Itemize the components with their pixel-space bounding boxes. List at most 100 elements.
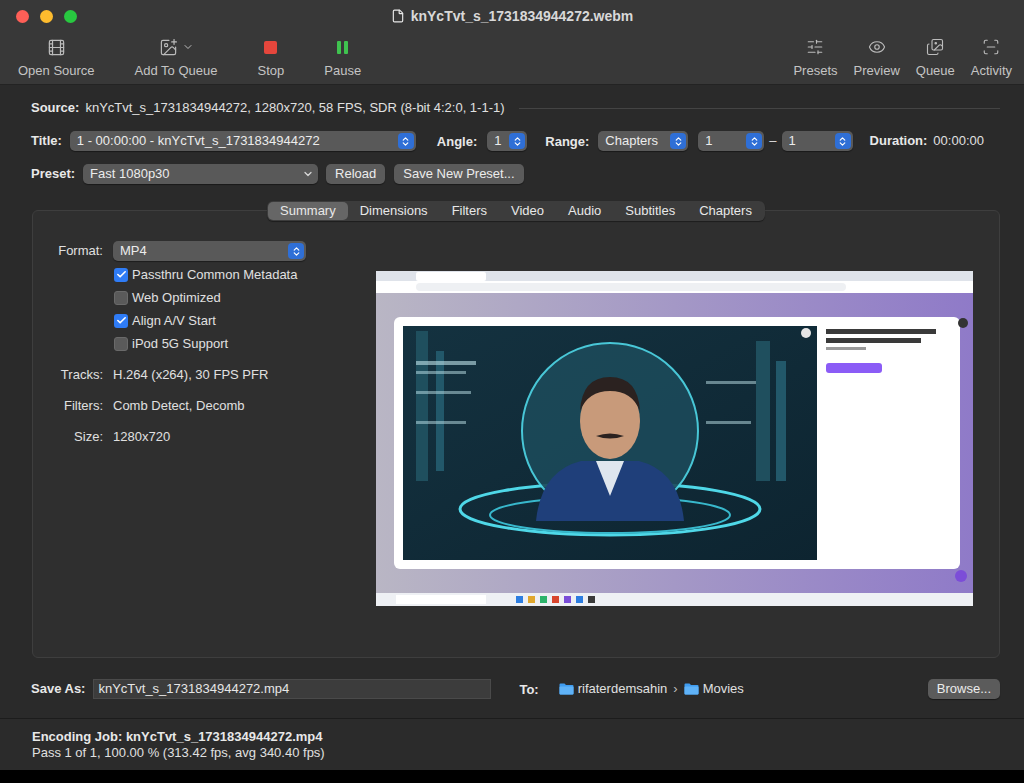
check-icon — [116, 315, 127, 326]
option-row[interactable]: Align A/V Start — [33, 309, 376, 332]
popup-value: Chapters — [605, 133, 670, 149]
source-value: knYcTvt_s_1731834944272, 1280x720, 58 FP… — [85, 100, 504, 116]
toolbar-button[interactable]: Open Source — [18, 37, 95, 79]
range-from-popup[interactable]: 1 — [698, 131, 764, 151]
range-to-popup[interactable]: 1 — [782, 131, 853, 151]
option-row[interactable]: Passthru Common Metadata — [33, 263, 376, 286]
field-label: Save As: — [31, 681, 85, 697]
field-label: Duration: — [870, 133, 928, 149]
popup-value: Fast 1080p30 — [90, 166, 300, 182]
toolbar-label: Presets — [793, 63, 837, 79]
toolbar-label: Open Source — [18, 63, 95, 79]
popup-value: MP4 — [120, 243, 288, 259]
desktop-edge — [0, 770, 1024, 783]
popup-value: 1 — [494, 133, 509, 149]
up-down-icon — [291, 246, 302, 257]
minimize-button[interactable] — [40, 10, 53, 23]
close-button[interactable] — [16, 10, 29, 23]
popup-arrows — [670, 133, 686, 149]
separator — [519, 108, 1000, 109]
toolbar-button[interactable]: Queue — [916, 37, 955, 79]
popup-arrows — [288, 243, 304, 259]
main-area: Source:knYcTvt_s_1731834944272, 1280x720… — [0, 85, 1024, 718]
tab[interactable]: Video — [499, 202, 556, 220]
window-title: knYcTvt_s_1731834944272.webm — [100, 7, 924, 25]
info-row: Tracks:H.264 (x264), 30 FPS PFR — [33, 359, 376, 390]
popup-value: 1 - 00:00:00 - knYcTvt_s_1731834944272 — [77, 133, 398, 149]
popup-value: 1 — [789, 133, 835, 149]
tab[interactable]: Subtitles — [613, 202, 687, 220]
tab-bar: SummaryDimensionsFiltersVideoAudioSubtit… — [33, 201, 999, 221]
preset-popup[interactable]: Fast 1080p30 — [83, 164, 318, 184]
popup-arrows — [835, 133, 851, 149]
toolbar-button[interactable]: Pause — [324, 37, 361, 79]
destination-path[interactable]: rifaterdemsahin›Movies — [559, 681, 744, 697]
activity-icon — [982, 38, 1000, 56]
toolbar-button[interactable]: Preview — [854, 37, 900, 79]
popup-arrows — [746, 133, 762, 149]
zoom-button[interactable] — [64, 10, 77, 23]
field-label: Range: — [545, 134, 589, 149]
option-row[interactable]: iPod 5G Support — [33, 332, 376, 355]
info-row: Filters:Comb Detect, Decomb — [33, 390, 376, 421]
toolbar-label: Stop — [258, 63, 285, 79]
chevron-down-icon — [302, 168, 314, 180]
title-popup[interactable]: 1 - 00:00:00 - knYcTvt_s_1731834944272 — [70, 131, 416, 151]
path-separator: › — [673, 681, 677, 697]
range-separator: – — [769, 133, 776, 149]
preview — [376, 271, 973, 606]
info-row: Size:1280x720 — [33, 421, 376, 452]
stop-icon — [264, 41, 277, 54]
field-label: To: — [519, 682, 538, 697]
options-list: Passthru Common MetadataWeb OptimizedAli… — [33, 263, 376, 355]
toolbar-left: Open Source Add To Queue Stop Pause — [18, 37, 361, 79]
summary-settings: Format: MP4 Passthru Common MetadataWeb Op… — [33, 221, 376, 606]
encoding-job: Encoding Job: knYcTvt_s_1731834944272.mp… — [32, 729, 1024, 744]
add-image-icon — [159, 38, 178, 57]
preset-row: Preset:Fast 1080p30ReloadSave New Preset… — [31, 164, 1000, 184]
check-icon — [116, 269, 127, 280]
popup-arrows — [509, 133, 525, 149]
save-as-field[interactable]: knYcTvt_s_1731834944272.mp4 — [93, 679, 491, 699]
format-popup[interactable]: MP4 — [113, 241, 306, 261]
status-bar: Encoding Job: knYcTvt_s_1731834944272.mp… — [0, 718, 1024, 770]
checkbox[interactable] — [114, 337, 128, 351]
tab[interactable]: Filters — [440, 202, 499, 220]
angle-popup[interactable]: 1 — [487, 131, 527, 151]
field-label: Format: — [33, 243, 103, 259]
tab[interactable]: Summary — [268, 202, 348, 220]
toolbar-label: Activity — [971, 63, 1012, 79]
push-button[interactable]: Reload — [326, 164, 385, 184]
checkbox[interactable] — [114, 268, 128, 282]
chevron-down-icon — [182, 41, 194, 53]
summary-content: Format: MP4 Passthru Common MetadataWeb Op… — [33, 221, 999, 606]
popup-value: 1 — [705, 133, 746, 149]
save-row: Save As:knYcTvt_s_1731834944272.mp4To:ri… — [31, 679, 1000, 699]
push-button[interactable]: Save New Preset... — [394, 164, 523, 184]
tab[interactable]: Chapters — [687, 202, 764, 220]
toolbar-button[interactable]: Add To Queue — [135, 37, 218, 79]
tab-panel: SummaryDimensionsFiltersVideoAudioSubtit… — [32, 210, 1000, 658]
presets-icon — [806, 38, 824, 56]
popup-arrows — [398, 133, 414, 149]
up-down-icon — [400, 136, 411, 147]
toolbar-label: Preview — [854, 63, 900, 79]
push-button[interactable]: Browse... — [928, 679, 1000, 699]
option-row[interactable]: Web Optimized — [33, 286, 376, 309]
range-type-popup[interactable]: Chapters — [598, 131, 688, 151]
checkbox[interactable] — [114, 291, 128, 305]
folder-icon — [559, 683, 574, 695]
toolbar-button[interactable]: Activity — [971, 37, 1012, 79]
checkbox[interactable] — [114, 314, 128, 328]
tab[interactable]: Audio — [556, 202, 613, 220]
file-icon — [391, 9, 405, 23]
window-controls — [0, 10, 100, 23]
toolbar-right: Presets Preview Queue Activity — [793, 37, 1012, 79]
path-item: Movies — [703, 681, 744, 697]
up-down-icon — [673, 136, 684, 147]
field-label: Title: — [31, 133, 62, 149]
tab[interactable]: Dimensions — [348, 202, 440, 220]
toolbar-button[interactable]: Stop — [258, 37, 285, 79]
format-row: Format: MP4 — [33, 241, 376, 261]
toolbar-button[interactable]: Presets — [793, 37, 837, 79]
